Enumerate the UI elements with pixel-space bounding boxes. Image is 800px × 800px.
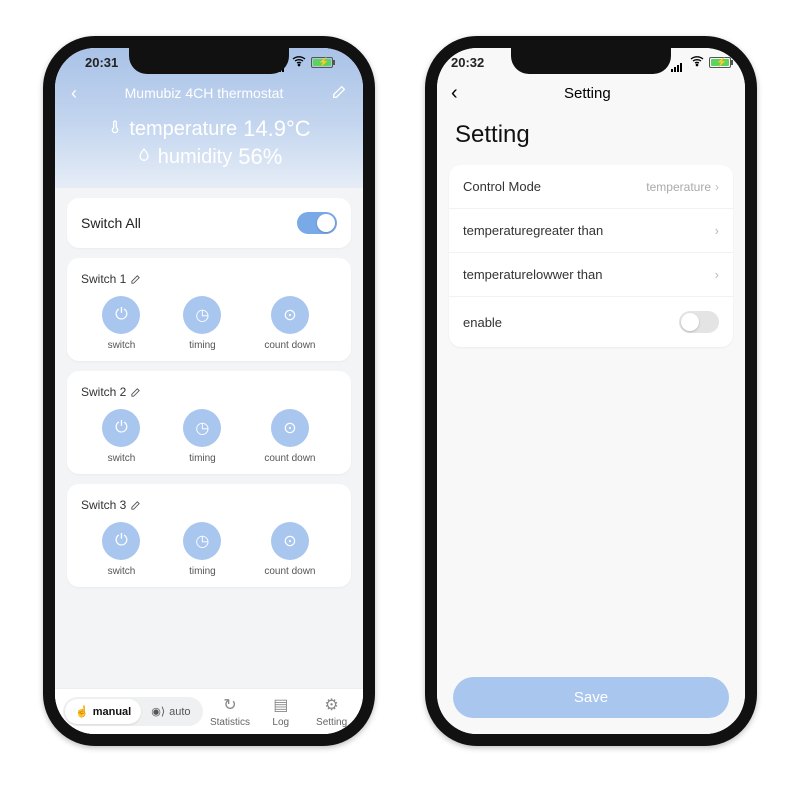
edit-icon[interactable]	[331, 84, 347, 103]
channel-switch-button[interactable]: ⏻ switch	[102, 522, 140, 577]
channel-countdown-button[interactable]: ⊙ count down	[264, 409, 315, 464]
statistics-icon: ↻	[223, 695, 236, 715]
nav-bar: ‹ Mumubiz 4CH thermostat	[71, 76, 347, 110]
humidity-label: humidity	[158, 146, 232, 169]
channel-countdown-button[interactable]: ⊙ count down	[264, 296, 315, 351]
countdown-icon: ⊙	[271, 409, 309, 447]
timing-icon: ◷	[183, 296, 221, 334]
battery-icon: ⚡	[709, 57, 731, 68]
row-temp-greater-label: temperaturegreater than	[463, 223, 603, 238]
tab-log[interactable]: ▤ Log	[257, 695, 304, 728]
mode-segment[interactable]: ☝ manual ◉⟩ auto	[63, 697, 203, 726]
edit-icon[interactable]	[130, 387, 141, 398]
channel-timing-button[interactable]: ◷ timing	[183, 522, 221, 577]
signal-icon	[671, 57, 685, 67]
temperature-value: 14.9°C	[243, 116, 311, 142]
battery-icon: ⚡	[311, 57, 333, 68]
channel-card: Switch 1 ⏻ switch ◷ timing ⊙ count down	[67, 258, 351, 361]
status-indicators: ⚡	[671, 53, 731, 72]
chevron-right-icon: ›	[715, 223, 719, 238]
channel-title: Switch 1	[81, 272, 337, 286]
channel-card: Switch 3 ⏻ switch ◷ timing ⊙ count down	[67, 484, 351, 587]
row-temp-lower[interactable]: temperaturelowwer than ›	[449, 252, 733, 296]
mode-manual[interactable]: ☝ manual	[65, 699, 141, 724]
log-icon: ▤	[273, 695, 288, 715]
switch-icon: ⏻	[102, 296, 140, 334]
save-button[interactable]: Save	[453, 677, 729, 718]
row-control-mode-label: Control Mode	[463, 179, 541, 194]
humidity-icon	[136, 146, 152, 169]
channel-action-label: count down	[264, 566, 315, 577]
channel-switch-button[interactable]: ⏻ switch	[102, 409, 140, 464]
channel-action-label: switch	[108, 340, 136, 351]
content-scroll[interactable]: Switch All Switch 1 ⏻ switch ◷ timing ⊙ count…	[55, 188, 363, 734]
row-temp-greater[interactable]: temperaturegreater than ›	[449, 208, 733, 252]
phone-left: 20:31 ⚡ ‹ Mumubiz 4CH thermostat	[43, 36, 375, 746]
switch-all-label: Switch All	[81, 215, 141, 231]
channel-action-label: count down	[264, 340, 315, 351]
notch	[129, 46, 289, 74]
switch-icon: ⏻	[102, 409, 140, 447]
edit-icon[interactable]	[130, 500, 141, 511]
gear-icon: ⚙	[324, 695, 338, 715]
countdown-icon: ⊙	[271, 522, 309, 560]
status-time: 20:32	[451, 55, 484, 70]
hand-icon: ☝	[75, 705, 89, 718]
channel-timing-button[interactable]: ◷ timing	[183, 409, 221, 464]
channel-switch-button[interactable]: ⏻ switch	[102, 296, 140, 351]
phone-right: 20:32 ⚡ ‹ Setting Setting Control Mode t…	[425, 36, 757, 746]
tab-setting-label: Setting	[316, 717, 347, 728]
back-icon[interactable]: ‹	[451, 82, 458, 105]
nav-bar: ‹ Setting	[437, 76, 745, 111]
channel-action-label: switch	[108, 453, 136, 464]
channel-action-label: count down	[264, 453, 315, 464]
channel-timing-button[interactable]: ◷ timing	[183, 296, 221, 351]
row-control-mode-value: temperature	[646, 180, 711, 194]
tab-log-label: Log	[272, 717, 289, 728]
row-enable: enable	[449, 296, 733, 347]
notch	[511, 46, 671, 74]
enable-toggle[interactable]	[679, 311, 719, 333]
nav-title: Mumubiz 4CH thermostat	[77, 85, 331, 101]
channel-title: Switch 3	[81, 498, 337, 512]
page-title: Setting	[437, 111, 745, 165]
readout: temperature 14.9°C humidity 56%	[71, 116, 347, 170]
channel-countdown-button[interactable]: ⊙ count down	[264, 522, 315, 577]
tab-statistics[interactable]: ↻ Statistics	[207, 695, 254, 728]
mode-auto[interactable]: ◉⟩ auto	[141, 699, 200, 724]
tab-setting[interactable]: ⚙ Setting	[308, 695, 355, 728]
timing-icon: ◷	[183, 522, 221, 560]
wifi-icon	[291, 53, 307, 72]
chevron-right-icon: ›	[715, 267, 719, 282]
row-enable-label: enable	[463, 315, 502, 330]
channel-action-label: timing	[189, 340, 216, 351]
edit-icon[interactable]	[130, 274, 141, 285]
row-temp-lower-label: temperaturelowwer than	[463, 267, 602, 282]
mode-manual-label: manual	[93, 706, 132, 718]
channel-action-label: switch	[108, 566, 136, 577]
humidity-value: 56%	[238, 144, 282, 170]
row-control-mode[interactable]: Control Mode temperature ›	[449, 165, 733, 208]
auto-icon: ◉⟩	[151, 705, 165, 718]
channel-action-label: timing	[189, 453, 216, 464]
chevron-right-icon: ›	[715, 180, 719, 194]
channel-title: Switch 2	[81, 385, 337, 399]
bottom-bar: ☝ manual ◉⟩ auto ↻ Statistics ▤ Log ⚙ Se…	[55, 688, 363, 734]
tab-statistics-label: Statistics	[210, 717, 250, 728]
countdown-icon: ⊙	[271, 296, 309, 334]
switch-all-card: Switch All	[67, 198, 351, 248]
thermometer-icon	[107, 118, 123, 141]
switch-all-toggle[interactable]	[297, 212, 337, 234]
status-time: 20:31	[85, 55, 118, 70]
settings-card: Control Mode temperature › temperaturegr…	[449, 165, 733, 347]
switch-icon: ⏻	[102, 522, 140, 560]
mode-auto-label: auto	[169, 706, 190, 718]
wifi-icon	[689, 53, 705, 72]
channel-action-label: timing	[189, 566, 216, 577]
nav-title: Setting	[458, 85, 717, 102]
temperature-label: temperature	[129, 118, 237, 141]
channel-card: Switch 2 ⏻ switch ◷ timing ⊙ count down	[67, 371, 351, 474]
timing-icon: ◷	[183, 409, 221, 447]
